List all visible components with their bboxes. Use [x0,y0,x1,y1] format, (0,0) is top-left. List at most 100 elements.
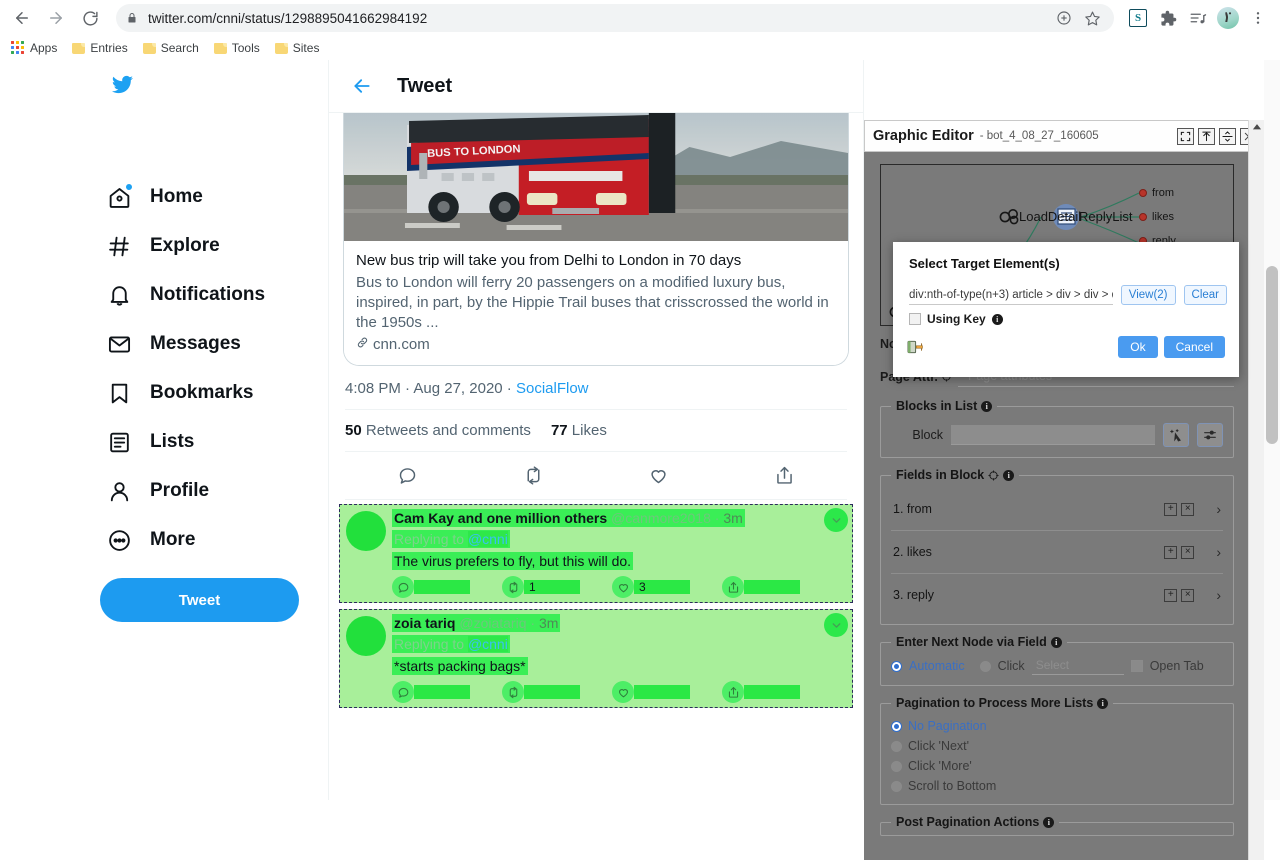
twitter-bird-icon[interactable] [108,73,136,102]
close-box-icon[interactable]: × [1181,502,1195,516]
forward-button[interactable] [42,4,70,32]
open-tab-checkbox[interactable] [1130,660,1143,672]
using-key-checkbox[interactable] [909,313,921,325]
pagination-option-click-more[interactable]: Click 'More' [891,756,1223,776]
replying-to-mention[interactable]: @cnni [467,531,508,547]
view-button[interactable]: View(2) [1120,285,1176,305]
bookmark-apps[interactable]: Apps [9,38,66,58]
reply-like-action[interactable] [612,681,722,703]
reply-like-action[interactable]: 3 [612,576,722,598]
radio-scroll-to-bottom[interactable] [891,780,902,792]
plus-box-icon[interactable]: + [1164,502,1178,516]
pagination-option-click-next[interactable]: Click 'Next' [891,736,1223,756]
field-row[interactable]: 1. from + × › [891,488,1223,531]
back-button[interactable] [8,4,36,32]
radio-automatic[interactable] [891,660,902,672]
reply-author-handle[interactable]: @zoiatariq [459,615,526,631]
sidebar-item-messages[interactable]: Messages [96,320,257,368]
reply-share-action[interactable] [722,576,832,598]
reply-author-handle[interactable]: @canmore2018 [611,510,711,526]
chevron-right-icon[interactable]: › [1216,544,1221,560]
close-box-icon[interactable]: × [1181,588,1195,602]
likes-stat[interactable]: 77 Likes [551,422,607,439]
field-row[interactable]: 3. reply + × › [891,574,1223,616]
radio-no-pagination[interactable] [891,720,902,732]
address-bar[interactable]: twitter.com/cnni/status/1298895041662984… [116,4,1114,32]
field-row[interactable]: 2. likes + × › [891,531,1223,574]
sidebar-item-profile[interactable]: Profile [96,467,225,515]
sidebar-item-explore[interactable]: Explore [96,222,236,270]
reply-icon[interactable] [390,458,426,494]
page-scrollbar-thumb[interactable] [1266,266,1278,444]
reply-author-name[interactable]: Cam Kay and one million others [394,510,607,526]
graph-node-loaddetail[interactable]: LoadDetail [1019,209,1081,224]
pagination-option-scroll-bottom[interactable]: Scroll to Bottom [891,776,1223,796]
detach-up-icon[interactable] [1198,127,1215,145]
sidebar-item-home[interactable]: Home [96,173,219,221]
reply-author-name[interactable]: zoia tariq [394,615,455,631]
info-icon[interactable]: i [1097,697,1109,709]
retweet-icon[interactable] [515,458,551,494]
reload-button[interactable] [76,4,104,32]
selector-input[interactable]: div:nth-of-type(n+3) article > div > div… [909,289,1113,305]
add-page-icon[interactable] [1052,6,1076,30]
reply-reply-action[interactable] [392,681,502,703]
clear-button[interactable]: Clear [1183,285,1227,305]
link-preview-card[interactable]: BUS TO LONDON New bus trip will take you… [343,113,849,366]
retweets-stat[interactable]: 50 Retweets and comments [345,422,531,439]
back-arrow-icon[interactable] [345,69,379,103]
plus-box-icon[interactable]: + [1164,545,1178,559]
share-icon[interactable] [766,458,802,494]
replying-to-mention[interactable]: @cnni [467,636,508,652]
graphic-editor-titlebar[interactable]: Graphic Editor - bot_4_08_27_160605 [864,120,1264,152]
chevron-right-icon[interactable]: › [1216,501,1221,517]
block-input[interactable] [951,425,1155,445]
info-icon[interactable]: i [1003,469,1015,481]
open-tab-label[interactable]: Open Tab [1150,659,1204,673]
info-icon[interactable]: i [1043,816,1055,828]
reply-item-highlighted[interactable]: zoia tariq @zoiatariq · 3m Replying to @… [339,609,853,708]
sidebar-item-more[interactable]: More [96,516,211,564]
tweet-button[interactable]: Tweet [100,578,299,622]
chrome-menu-icon[interactable] [1244,4,1272,32]
info-icon[interactable]: i [1050,636,1062,648]
chevron-right-icon[interactable]: › [1216,587,1221,603]
graphic-editor-scrollbar[interactable] [1248,120,1264,860]
ok-button[interactable]: Ok [1118,336,1158,358]
bookmark-tools[interactable]: Tools [212,38,269,58]
graph-port-from[interactable]: from [1139,187,1174,199]
reply-retweet-action[interactable] [502,681,612,703]
info-icon[interactable]: i [981,400,993,412]
avatar[interactable] [346,616,386,656]
radio-click-label[interactable]: Click [998,659,1025,673]
fullscreen-icon[interactable] [1177,127,1194,145]
chevron-down-icon[interactable] [824,613,848,637]
reply-share-action[interactable] [722,681,832,703]
reply-reply-action[interactable] [392,576,502,598]
cancel-button[interactable]: Cancel [1163,336,1225,358]
radio-click-next[interactable] [891,740,902,752]
pagination-option-no-pagination[interactable]: No Pagination [891,716,1223,736]
radio-click[interactable] [979,660,991,672]
avatar[interactable] [346,511,386,551]
sliders-icon[interactable] [1197,423,1223,447]
plus-box-icon[interactable]: + [1164,588,1178,602]
reading-list-icon[interactable] [1184,4,1212,32]
chevron-down-icon[interactable] [824,508,848,532]
page-scrollbar[interactable] [1264,60,1280,800]
sidebar-item-bookmarks[interactable]: Bookmarks [96,369,270,417]
extensions-puzzle-icon[interactable] [1154,4,1182,32]
reply-item-highlighted[interactable]: Cam Kay and one million others @canmore2… [339,504,853,603]
radio-automatic-label[interactable]: Automatic [909,659,965,673]
graph-node-replylist[interactable]: ReplyList [1079,209,1132,224]
scroll-up-arrow-icon[interactable] [1250,120,1264,136]
info-icon[interactable]: i [991,313,1003,325]
split-view-icon[interactable] [1219,127,1236,145]
next-node-select[interactable]: Select [1031,657,1124,675]
radio-click-more[interactable] [891,760,902,772]
like-icon[interactable] [641,458,677,494]
bookmark-entries[interactable]: Entries [70,38,136,58]
close-box-icon[interactable]: × [1181,545,1195,559]
bookmark-star-icon[interactable] [1080,6,1104,30]
dictionary-extension-icon[interactable]: S [1124,4,1152,32]
